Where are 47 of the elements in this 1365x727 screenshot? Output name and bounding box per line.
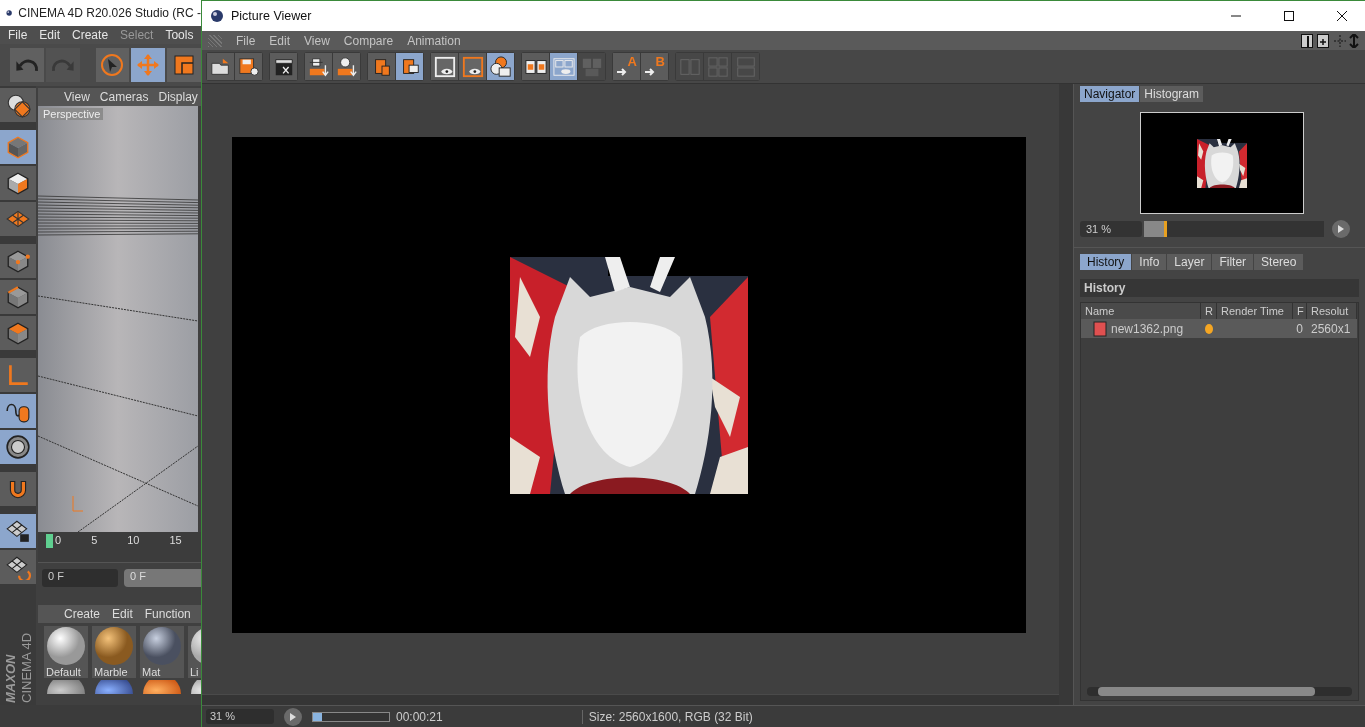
timeline-label: 15 [169, 533, 182, 546]
timeline-label: 5 [91, 533, 98, 546]
timeline[interactable]: 0 5 10 15 [38, 532, 201, 563]
menu-item[interactable]: Compare [343, 33, 394, 48]
menu-item[interactable]: Display [158, 90, 198, 104]
column-header[interactable]: Resolut [1307, 303, 1357, 319]
tab[interactable]: Info [1132, 254, 1167, 270]
menu-item[interactable]: Tools [165, 28, 194, 42]
menu-item[interactable]: Function [144, 607, 191, 621]
table-cell: new1362.png [1111, 321, 1184, 336]
section-heading: History [1080, 279, 1359, 297]
tab[interactable]: History [1080, 254, 1132, 270]
image-info: Size: 2560x1600, RGB (32 Bit) [581, 709, 753, 724]
table-cell-text: 2560x1 [1310, 321, 1352, 336]
tab[interactable]: Navigator [1080, 86, 1140, 102]
tab[interactable]: Stereo [1254, 254, 1304, 270]
menu-item[interactable]: View [304, 33, 330, 48]
column-header[interactable]: R [1201, 303, 1217, 319]
menu-item[interactable]: Cameras [99, 90, 149, 104]
column-header[interactable]: F [1293, 303, 1307, 319]
menu-item[interactable]: Create [64, 607, 101, 621]
menu-item[interactable]: Edit [39, 28, 61, 42]
zoom-field[interactable]: 31 % [1080, 221, 1142, 237]
viewport-label: Perspective [40, 108, 104, 120]
menu-item[interactable]: Edit [269, 33, 291, 48]
menu-item[interactable]: Edit [112, 607, 133, 621]
menu-item[interactable]: File [8, 28, 28, 42]
table-row[interactable]: new1362.png 0 2560x1 [1081, 319, 1357, 338]
table-cell-text: 0 [1295, 321, 1304, 336]
window-title: CINEMA 4D R20.026 Studio (RC - [18, 6, 201, 20]
tab[interactable]: Layer [1167, 254, 1212, 270]
zoom-field[interactable]: 31 % [206, 709, 274, 724]
menu-item[interactable]: Create [72, 28, 109, 42]
timeline-label: 10 [127, 533, 140, 546]
logo: MAXON CINEMA 4D [2, 631, 35, 703]
column-header[interactable]: Name [1081, 303, 1201, 319]
menu-item[interactable]: File [236, 33, 256, 48]
frame-field[interactable]: 0 F [124, 569, 201, 587]
frame-field[interactable]: 0 F [42, 569, 118, 587]
timeline-label: 0 [55, 533, 62, 546]
tab[interactable]: Histogram [1140, 86, 1204, 102]
menu-item[interactable]: View [64, 90, 90, 104]
window-title: Picture Viewer [231, 9, 312, 23]
column-header[interactable]: Render Time [1217, 303, 1293, 319]
tab[interactable]: Filter [1212, 254, 1254, 270]
menu-item[interactable]: Animation [407, 33, 461, 48]
render-time: 00:00:21 [396, 709, 443, 724]
